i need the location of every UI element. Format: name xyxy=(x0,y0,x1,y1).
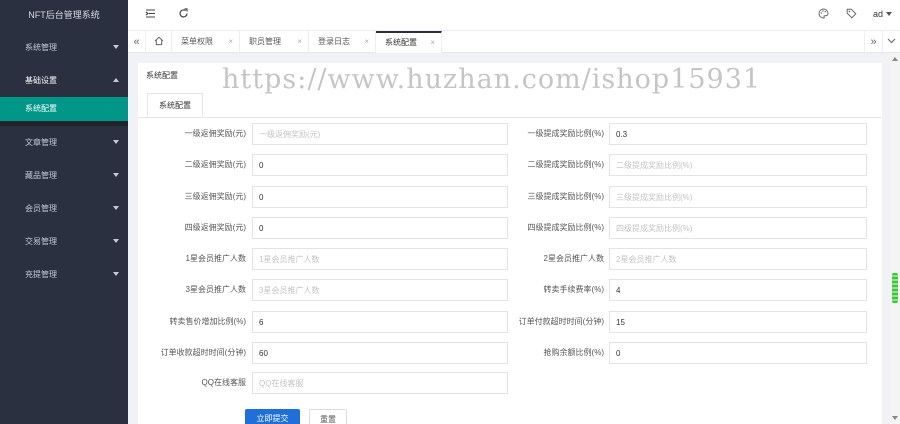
vertical-scrollbar[interactable] xyxy=(890,53,900,424)
watermark-text: https://www.huzhan.com/ishop15931 xyxy=(222,64,762,95)
sidebar: NFT后台管理系统 系统管理 基础设置 系统配置 文章管理 藏品管理 会员管理 … xyxy=(0,0,128,424)
tab-bar: « 菜单权限 × 职员管理 × 登录日志 × 系统配置 × » xyxy=(128,31,900,53)
reset-button[interactable]: 重置 xyxy=(309,409,347,424)
level2-commission-reward-input[interactable] xyxy=(252,154,508,176)
tabs-scroll-left-icon[interactable]: « xyxy=(128,31,146,53)
sidebar-item-label: 充提管理 xyxy=(25,270,57,279)
submenu: 系统配置 xyxy=(0,97,128,126)
chevron-down-icon xyxy=(113,45,119,49)
scroll-up-icon[interactable] xyxy=(892,57,898,61)
close-icon[interactable]: × xyxy=(430,33,435,53)
sidebar-item-label: 系统管理 xyxy=(25,43,57,52)
close-icon[interactable]: × xyxy=(364,31,369,53)
field-label: 转卖手续费率(%) xyxy=(543,285,604,294)
scroll-down-icon[interactable] xyxy=(892,416,898,420)
sidebar-item-basic-settings[interactable]: 基础设置 xyxy=(0,64,128,97)
field-label: 一级返佣奖励(元) xyxy=(184,129,246,138)
tab-label: 职员管理 xyxy=(249,37,281,46)
chevron-down-icon xyxy=(113,173,119,177)
star2-promotion-count-input[interactable] xyxy=(609,248,867,270)
sidebar-item-articles[interactable]: 文章管理 xyxy=(0,126,128,159)
level3-commission-ratio-input[interactable] xyxy=(609,186,867,208)
field-label: 一级提成奖励比例(%) xyxy=(527,129,604,138)
chevron-down-icon xyxy=(113,140,119,144)
theme-icon[interactable] xyxy=(816,8,830,22)
tab-login-log[interactable]: 登录日志 × xyxy=(309,31,376,53)
field-label: 二级提成奖励比例(%) xyxy=(527,160,604,169)
field-label: 四级提成奖励比例(%) xyxy=(527,223,604,232)
sidebar-item-label: 藏品管理 xyxy=(25,171,57,180)
user-name: ad xyxy=(872,9,883,19)
field-label: 3星会员推广人数 xyxy=(185,285,246,294)
top-header: ad xyxy=(128,0,900,31)
tab-menu-permissions[interactable]: 菜单权限 × xyxy=(172,31,240,53)
field-label: 三级返佣奖励(元) xyxy=(184,192,246,201)
tab-label: 系统配置 xyxy=(385,38,417,47)
tag-icon[interactable] xyxy=(844,8,858,22)
field-label: 抢购余额比例(%) xyxy=(543,348,604,357)
tabs-dropdown-icon[interactable] xyxy=(882,31,900,53)
sidebar-item-label: 交易管理 xyxy=(25,237,57,246)
level1-commission-ratio-input[interactable] xyxy=(609,123,867,145)
submit-button[interactable]: 立即提交 xyxy=(245,409,300,424)
level3-commission-reward-input[interactable] xyxy=(252,186,508,208)
sidebar-item-label: 基础设置 xyxy=(25,76,57,85)
chevron-down-icon xyxy=(113,239,119,243)
user-menu[interactable]: ad xyxy=(873,9,892,19)
content-panel: 系统配置 系统配置 一级返佣奖励(元) 二级返佣奖励(元) 三级返佣奖励(元) … xyxy=(138,63,882,424)
level4-commission-ratio-input[interactable] xyxy=(609,217,867,239)
sidebar-item-label: 文章管理 xyxy=(25,138,57,147)
flash-sale-balance-ratio-input[interactable] xyxy=(609,342,867,364)
sidebar-item-label: 会员管理 xyxy=(25,204,57,213)
sidebar-item-system[interactable]: 系统管理 xyxy=(0,31,128,64)
resale-price-increase-input[interactable] xyxy=(252,311,508,333)
field-label: 订单收款超时时间(分钟) xyxy=(160,348,246,357)
chevron-down-icon xyxy=(113,206,119,210)
inner-tab-system-config[interactable]: 系统配置 xyxy=(147,93,203,117)
tab-label: 菜单权限 xyxy=(181,37,213,46)
field-label: QQ在线客服 xyxy=(201,378,246,387)
field-label: 转卖售价增加比例(%) xyxy=(169,317,246,326)
sidebar-item-trades[interactable]: 交易管理 xyxy=(0,225,128,258)
resale-fee-rate-input[interactable] xyxy=(609,279,867,301)
qq-service-input[interactable] xyxy=(252,372,508,394)
close-icon[interactable]: × xyxy=(228,31,233,53)
field-label: 订单付款超时时间(分钟) xyxy=(518,317,604,326)
menu-fold-icon[interactable] xyxy=(143,8,157,22)
tab-divider xyxy=(138,117,882,118)
scroll-thumb[interactable] xyxy=(892,273,898,303)
sidebar-item-collections[interactable]: 藏品管理 xyxy=(0,159,128,192)
field-label: 二级返佣奖励(元) xyxy=(184,160,246,169)
star3-promotion-count-input[interactable] xyxy=(252,279,508,301)
field-label: 四级返佣奖励(元) xyxy=(184,223,246,232)
chevron-down-icon xyxy=(113,272,119,276)
tab-system-config[interactable]: 系统配置 × xyxy=(376,31,442,53)
level4-commission-reward-input[interactable] xyxy=(252,217,508,239)
app-title: NFT后台管理系统 xyxy=(0,0,128,31)
tabs-scroll-right-icon[interactable]: » xyxy=(864,31,882,53)
chevron-up-icon xyxy=(113,78,119,82)
field-label: 2星会员推广人数 xyxy=(543,254,604,263)
tab-staff[interactable]: 职员管理 × xyxy=(240,31,309,53)
home-icon[interactable] xyxy=(146,31,172,53)
refresh-icon[interactable] xyxy=(176,8,190,22)
level2-commission-ratio-input[interactable] xyxy=(609,154,867,176)
order-receive-timeout-input[interactable] xyxy=(252,342,508,364)
star1-promotion-count-input[interactable] xyxy=(252,248,508,270)
field-label: 1星会员推广人数 xyxy=(185,254,246,263)
field-label: 三级提成奖励比例(%) xyxy=(527,192,604,201)
close-icon[interactable]: × xyxy=(297,31,302,53)
panel-title: 系统配置 xyxy=(146,71,178,80)
tab-label: 登录日志 xyxy=(318,37,350,46)
level1-commission-reward-input[interactable] xyxy=(252,123,508,145)
order-payment-timeout-input[interactable] xyxy=(609,311,867,333)
caret-down-icon xyxy=(886,12,892,16)
sidebar-subitem-system-config[interactable]: 系统配置 xyxy=(0,97,128,121)
sidebar-item-deposits[interactable]: 充提管理 xyxy=(0,258,128,291)
sidebar-item-members[interactable]: 会员管理 xyxy=(0,192,128,225)
